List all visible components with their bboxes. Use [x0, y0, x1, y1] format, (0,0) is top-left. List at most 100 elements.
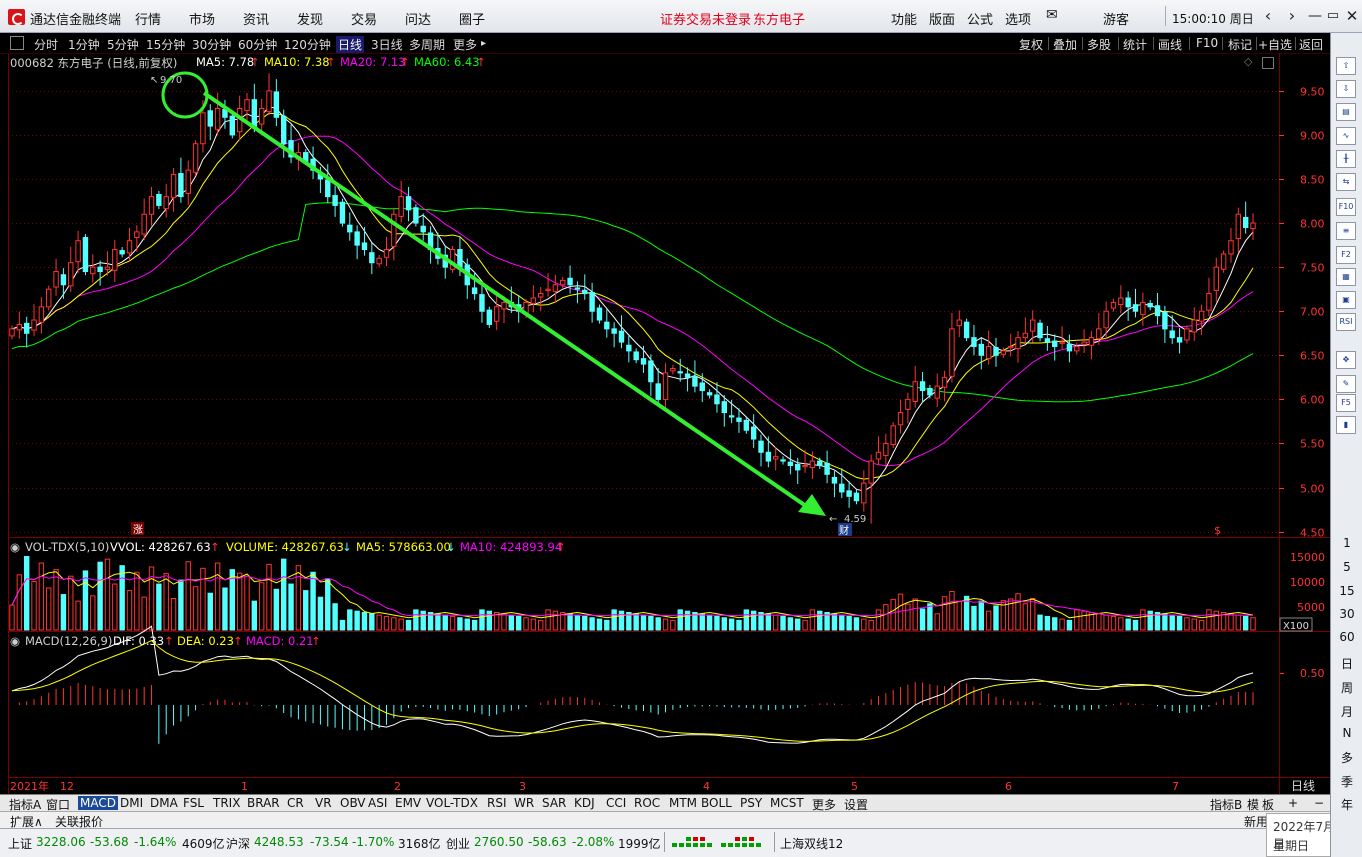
mail-icon[interactable]: ✉ — [1046, 7, 1058, 23]
candle-body — [1235, 213, 1242, 240]
menu-news[interactable]: 资讯 — [243, 9, 269, 28]
indicator-tab[interactable]: DMI — [120, 796, 143, 810]
tool-back[interactable]: 返回 — [1299, 36, 1323, 53]
up-arrow-icon[interactable]: ⇧ — [1336, 57, 1356, 75]
macd-settings-icon[interactable]: ◉ — [10, 634, 20, 648]
indicator-tab[interactable]: BRAR — [247, 796, 280, 810]
menu-layout[interactable]: 版面 — [929, 9, 955, 28]
cy-index-label[interactable]: 创业 — [446, 835, 470, 852]
indicator-tab[interactable]: EMV — [395, 796, 421, 810]
tool-f10[interactable]: F10 — [1196, 36, 1218, 50]
f2-icon[interactable]: F2 — [1336, 246, 1356, 264]
compare-icon[interactable]: ⇆ — [1336, 173, 1356, 191]
period-15min[interactable]: 15分钟 — [146, 36, 185, 53]
sh-index-label[interactable]: 上证 — [8, 835, 32, 852]
indicator-tab[interactable]: KDJ — [574, 796, 595, 810]
indicator-tab[interactable]: CR — [287, 796, 304, 810]
trade-login-notice[interactable]: 证券交易未登录 — [660, 9, 751, 28]
period-daily[interactable]: 日线 — [336, 36, 365, 53]
side-period-10[interactable]: 季 — [1331, 773, 1362, 790]
rsi-icon[interactable]: RSI — [1336, 313, 1356, 331]
tool-add-watchlist[interactable]: +自选 — [1258, 36, 1292, 53]
indicator-tab[interactable]: MCST — [770, 796, 804, 810]
tool-draw[interactable]: 画线 — [1158, 36, 1182, 53]
window-icon[interactable] — [10, 36, 24, 50]
indicator-tab[interactable]: VR — [315, 796, 332, 810]
period-multi[interactable]: 多周期 — [409, 36, 445, 53]
period-5min[interactable]: 5分钟 — [107, 36, 139, 53]
indicator-tab[interactable]: SAR — [542, 796, 566, 810]
tool-mark[interactable]: 标记 — [1228, 36, 1252, 53]
menu-discover[interactable]: 发现 — [297, 9, 323, 28]
period-1min[interactable]: 1分钟 — [68, 36, 100, 53]
indicator-tab[interactable]: BOLL — [701, 796, 732, 810]
side-period-8[interactable]: N — [1331, 726, 1362, 740]
multi-icon[interactable]: ▦ — [1336, 268, 1356, 286]
side-period-0[interactable]: 1 — [1331, 536, 1362, 550]
indicator-tab[interactable]: OBV — [340, 796, 366, 810]
move-icon[interactable]: ✥ — [1336, 351, 1356, 369]
side-period-1[interactable]: 5 — [1331, 560, 1362, 574]
side-period-4[interactable]: 60 — [1331, 630, 1362, 644]
side-period-7[interactable]: 月 — [1331, 703, 1362, 720]
back-icon[interactable]: ‹ — [1257, 5, 1279, 27]
forward-icon[interactable]: › — [1281, 5, 1303, 27]
indicator-tab[interactable]: VOL-TDX — [426, 796, 478, 810]
side-period-3[interactable]: 30 — [1331, 607, 1362, 621]
indicator-tab[interactable]: ASI — [368, 796, 387, 810]
side-period-5[interactable]: 日 — [1331, 655, 1362, 672]
pen-icon[interactable]: ✎ — [1336, 375, 1356, 393]
tool-adjust[interactable]: 复权 — [1019, 36, 1043, 53]
indicator-right-button[interactable]: + — [1288, 796, 1298, 810]
menu-ask[interactable]: 问达 — [405, 9, 431, 28]
down-arrow-icon[interactable]: ⇩ — [1336, 80, 1356, 98]
side-period-11[interactable]: 年 — [1331, 796, 1362, 813]
indicator-tab[interactable]: RSI — [487, 796, 507, 810]
indicator-right-button[interactable]: − — [1314, 796, 1324, 810]
menu-options[interactable]: 选项 — [1005, 9, 1031, 28]
period-60min[interactable]: 60分钟 — [238, 36, 277, 53]
indicator-tab[interactable]: DMA — [150, 796, 178, 810]
f5-icon[interactable]: F5 — [1336, 394, 1356, 412]
menu-circle[interactable]: 圈子 — [459, 9, 485, 28]
menu-market[interactable]: 市场 — [189, 9, 215, 28]
menu-function[interactable]: 功能 — [891, 9, 917, 28]
window-icon[interactable]: ▣ — [1336, 291, 1356, 309]
period-more[interactable]: 更多 — [453, 36, 477, 53]
kline-icon[interactable]: ╫ — [1336, 150, 1356, 168]
period-intraday[interactable]: 分时 — [34, 36, 58, 53]
report-icon[interactable]: ▤ — [1336, 103, 1356, 121]
volume-bar — [567, 613, 573, 631]
indicator-tab[interactable]: MACD — [78, 796, 118, 810]
sparkline-icon[interactable]: ∿ — [1336, 127, 1356, 145]
indicator-tab[interactable]: MTM — [669, 796, 697, 810]
side-period-6[interactable]: 周 — [1331, 679, 1362, 696]
period-3day[interactable]: 3日线 — [371, 36, 403, 53]
indicator-tab[interactable]: ROC — [634, 796, 660, 810]
period-30min[interactable]: 30分钟 — [192, 36, 231, 53]
list-icon[interactable]: ≡ — [1336, 222, 1356, 240]
tool-overlay[interactable]: 叠加 — [1053, 36, 1077, 53]
tool-stats[interactable]: 统计 — [1123, 36, 1147, 53]
indicator-tab[interactable]: FSL — [183, 796, 204, 810]
indicator-tab[interactable]: TRIX — [213, 796, 240, 810]
menu-quotes[interactable]: 行情 — [135, 9, 161, 28]
period-120min[interactable]: 120分钟 — [284, 36, 331, 53]
chart-area[interactable]: 9.50 9.00 8.50 8.00 7.50 7.00 6.50 6.00 5.50 5.00… — [0, 54, 1330, 794]
close-icon[interactable]: ✕ — [1341, 5, 1362, 27]
indicator-tab[interactable]: PSY — [740, 796, 762, 810]
side-period-9[interactable]: 多 — [1331, 749, 1362, 766]
shanghai-double-line[interactable]: 上海双线12 — [780, 835, 843, 852]
menu-formula[interactable]: 公式 — [967, 9, 993, 28]
chevron-right-icon[interactable]: ▸ — [481, 38, 486, 49]
user-name[interactable]: 游客 — [1103, 9, 1129, 28]
menu-trade[interactable]: 交易 — [351, 9, 377, 28]
indicator-tab[interactable]: CCI — [606, 796, 626, 810]
indicator-tab[interactable]: WR — [514, 796, 534, 810]
volume-icon[interactable]: ▮ — [1336, 416, 1356, 434]
side-period-2[interactable]: 15 — [1331, 584, 1362, 598]
tool-multi-stock[interactable]: 多股 — [1087, 36, 1111, 53]
vol-settings-icon[interactable]: ◉ — [10, 540, 20, 554]
f10-icon[interactable]: F10 — [1336, 198, 1356, 216]
hs-index-label[interactable]: 沪深 — [226, 835, 250, 852]
